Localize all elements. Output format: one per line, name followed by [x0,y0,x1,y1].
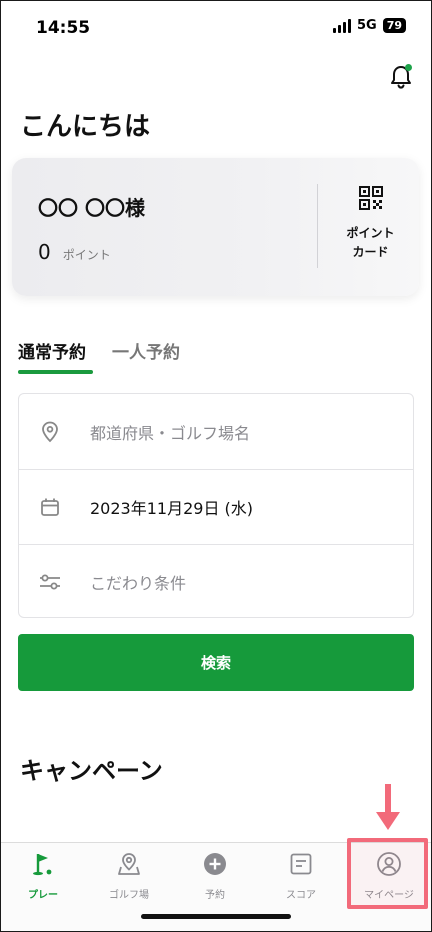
qr-code-icon [358,186,383,210]
location-field[interactable]: 都道府県・ゴルフ場名 [19,394,413,469]
red-arrow-annotation [376,784,400,830]
date-value: 2023年11月29日 (水) [90,499,254,518]
status-time: 14:55 [36,18,91,38]
member-card: 〇〇 〇〇様 0 ポイント ポイント カード [12,158,419,296]
status-indicators: 5G 79 [332,18,406,33]
nav-play[interactable]: プレー [0,851,86,906]
battery-icon: 79 [382,18,406,33]
signal-icon [332,18,351,33]
nav-label-golf-course: ゴルフ場 [109,890,149,901]
tab-regular-booking[interactable]: 通常予約 [18,338,86,363]
conditions-field[interactable]: こだわり条件 [19,544,413,619]
home-indicator [141,914,291,919]
nav-score[interactable]: スコア [258,851,344,906]
point-card-label: ポイント カード [346,226,395,259]
calendar-icon [39,496,61,518]
notification-dot [405,64,412,71]
highlight-annotation-box [347,838,428,909]
nav-label-play: プレー [28,890,58,901]
nav-label-reservation: 予約 [205,890,225,901]
campaign-section-title: キャンペーン [20,757,163,785]
card-divider [317,184,318,268]
conditions-placeholder: こだわり条件 [90,574,187,593]
status-bar: 14:55 5G 79 [0,0,432,58]
location-pin-icon [39,421,61,443]
member-name: 〇〇 〇〇様 [38,196,145,220]
score-card-icon [288,851,314,877]
point-card-button[interactable]: ポイント カード [322,184,419,268]
notification-bell-icon[interactable] [389,64,413,90]
golf-flag-icon [30,851,56,877]
points-unit: ポイント [62,248,111,262]
date-field[interactable]: 2023年11月29日 (水) [19,469,413,544]
tab-solo-booking[interactable]: 一人予約 [112,338,180,363]
nav-golf-course[interactable]: ゴルフ場 [86,851,172,906]
active-tab-indicator [18,370,93,374]
points-value: 0 [38,240,51,264]
greeting-title: こんにちは [20,112,151,142]
location-placeholder: 都道府県・ゴルフ場名 [90,423,251,443]
network-label: 5G [356,18,377,33]
search-form: 都道府県・ゴルフ場名 2023年11月29日 (水) こだわり条件 [18,393,414,618]
nav-label-score: スコア [286,890,316,901]
map-pin-icon [116,851,142,877]
search-button[interactable]: 検索 [18,634,414,691]
nav-reservation[interactable]: 予約 [172,851,258,906]
plus-circle-icon [202,851,228,877]
points-row: 0 ポイント [38,240,111,264]
filter-sliders-icon [39,571,61,593]
